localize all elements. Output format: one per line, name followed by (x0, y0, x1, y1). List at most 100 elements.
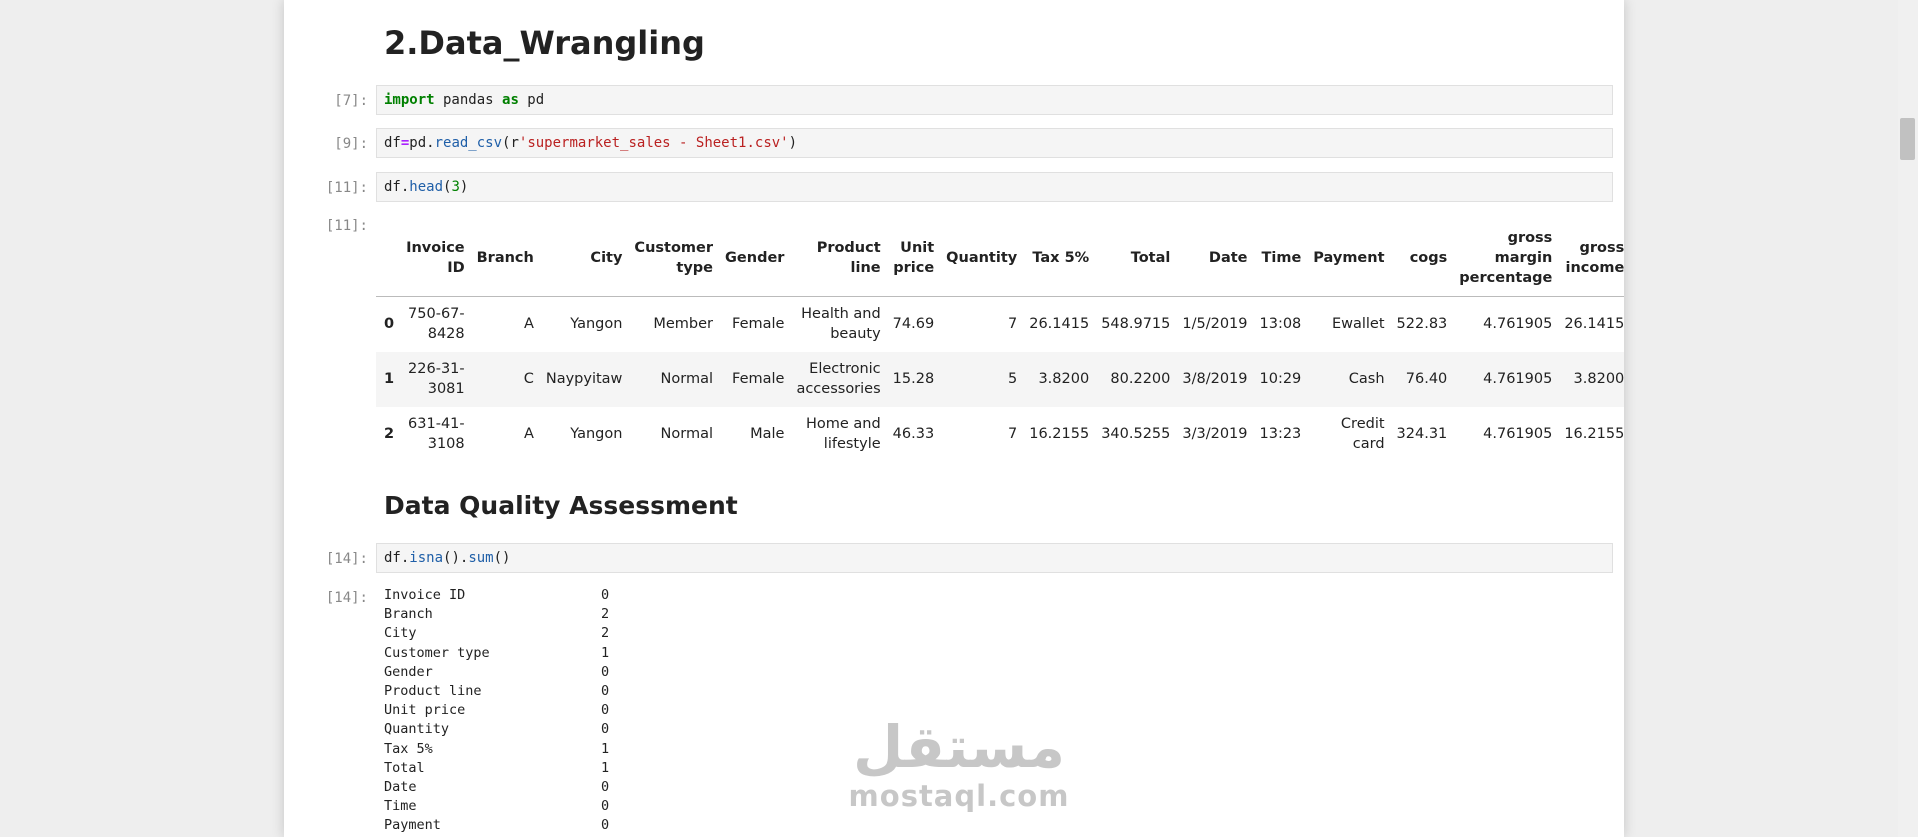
isna-output-row: Payment 0 (384, 816, 624, 835)
isna-output-row: Quantity 0 (384, 720, 624, 739)
table-cell: 15.28 (887, 352, 941, 407)
cell-9-prompt: [9]: (334, 136, 368, 152)
missing-count: 0 (601, 663, 610, 680)
table-cell: 226-31- 3081 (400, 352, 471, 407)
column-header: Product line (790, 220, 887, 297)
table-cell: 631-41- 3108 (400, 407, 471, 462)
cell-text: 7 (1007, 316, 1018, 333)
table-cell: 3/8/2019 (1176, 352, 1253, 407)
cell-text: 4.761905 (1483, 426, 1553, 442)
row-index: 1 (384, 371, 395, 387)
cell-text: Ewallet (1331, 316, 1385, 333)
cell-text: 5 (1007, 371, 1018, 387)
missing-count: 2 (601, 606, 610, 623)
column-header-text: City (590, 250, 623, 266)
cell-14-output-prompt: [14]: (325, 590, 368, 606)
table-cell: Member (628, 297, 719, 352)
table-row: 1 226-31- 3081 C Naypyitaw Normal Female Electr… (376, 351, 1624, 407)
column-header-text: price (893, 260, 935, 276)
vertical-scrollbar[interactable] (1898, 0, 1918, 837)
column-header: Date (1176, 220, 1254, 297)
code-cell-head[interactable]: df.head(3) (376, 172, 1613, 202)
column-header: Total (1095, 220, 1177, 297)
table-cell: 46.33 (887, 407, 941, 462)
table-cell: Normal (628, 352, 719, 407)
table-row: 2 631-41- 3108 A Yangon Normal Male Home and lif… (376, 407, 1624, 462)
table-cell: Normal (628, 407, 719, 462)
column-header-text: Branch (476, 250, 534, 266)
column-header: Quantity (940, 220, 1024, 297)
code-cell-isna-sum[interactable]: df.isna().sum() (376, 543, 1613, 573)
missing-count: 0 (601, 587, 610, 603)
section-heading-data-wrangling: 2.Data_Wrangling (384, 24, 705, 62)
column-name: Gender (384, 663, 433, 680)
cell-text: C (523, 371, 534, 387)
column-name: Quantity (384, 721, 450, 738)
missing-count: 1 (601, 740, 610, 757)
isna-output-row: Customer type 1 (384, 644, 624, 663)
table-cell: Cash (1307, 352, 1390, 407)
cell-text: Electronic (809, 361, 881, 377)
cell-text: 340.5255 (1101, 426, 1171, 442)
isna-output-row: Date 0 (384, 778, 624, 797)
cell-text: 46.33 (892, 426, 935, 442)
table-cell: 3.8200 (1558, 352, 1624, 407)
table-cell: Home and lifestyle (790, 407, 886, 462)
isna-output-row: Total 1 (384, 759, 624, 778)
column-header-text: Customer (634, 240, 714, 256)
column-header-text: cogs (1409, 250, 1448, 266)
table-row: 0 750-67- 8428 A Yangon Member Female Health an… (376, 297, 1624, 352)
cell-text: 26.1415 (1564, 316, 1624, 333)
cell-14-prompt: [14]: (325, 551, 368, 567)
column-header: Customer type (628, 220, 720, 297)
table-header-row: Invoice ID Branch City Customer type Gender Pro… (376, 220, 1624, 297)
missing-count: 2 (601, 625, 610, 642)
code-paren: ) (459, 179, 469, 195)
table-cell: 10:29 (1254, 352, 1308, 407)
table-cell: 26.1415 (1558, 297, 1624, 352)
column-header: Branch (470, 220, 540, 297)
cell-text: 3.8200 (1038, 371, 1090, 387)
function-read-csv: read_csv (434, 135, 503, 151)
cell-text: 1/5/2019 (1182, 316, 1248, 333)
table-cell: C (471, 352, 540, 407)
column-name: Total (384, 759, 425, 776)
cell-text: 76.40 (1405, 371, 1448, 387)
cell-text: Health and (801, 306, 881, 323)
column-name: Product line (384, 682, 482, 699)
column-header-text: Payment (1313, 250, 1385, 266)
function-sum: sum (468, 550, 494, 566)
column-header: gross income (1558, 220, 1624, 297)
code-line: df=pd.read_csv(r'supermarket_sales - She… (384, 135, 797, 151)
table-cell: 4.761905 (1453, 297, 1558, 352)
scrollbar-thumb[interactable] (1900, 118, 1915, 160)
cell-text: 226-31- (408, 361, 465, 377)
cell-text: card (1352, 436, 1385, 452)
table-cell: 74.69 (887, 297, 941, 352)
column-name: Invoice ID (384, 587, 466, 603)
table-cell: 548.9715 (1095, 297, 1176, 352)
column-header-text: gross (1579, 240, 1624, 256)
cell-text: 16.2155 (1029, 426, 1090, 442)
missing-count: 0 (601, 817, 610, 834)
table-cell: A (471, 297, 540, 352)
code-cell-read-csv[interactable]: df=pd.read_csv(r'supermarket_sales - She… (376, 128, 1613, 158)
code-cell-import[interactable]: import pandas as pd (376, 85, 1613, 115)
cell-text: 3/8/2019 (1182, 371, 1248, 387)
cell-text: accessories (796, 381, 881, 397)
cell-text: 8428 (427, 326, 465, 343)
code-paren: (). (443, 550, 469, 566)
table-cell: 76.40 (1391, 352, 1454, 407)
cell-text: Home and (805, 416, 881, 432)
table-cell: Yangon (540, 407, 629, 462)
column-header: Payment (1307, 220, 1391, 297)
cell-text: 13:23 (1259, 426, 1302, 442)
cell-text: A (523, 316, 534, 333)
keyword-import: import (384, 92, 435, 108)
column-header-text: Tax 5% (1032, 250, 1090, 266)
cell-11-output-prompt: [11]: (325, 218, 368, 234)
table-cell: 7 (940, 297, 1023, 352)
column-header: Gender (719, 220, 791, 297)
column-header-text: Invoice (406, 240, 465, 256)
cell-text: Cash (1348, 371, 1385, 387)
